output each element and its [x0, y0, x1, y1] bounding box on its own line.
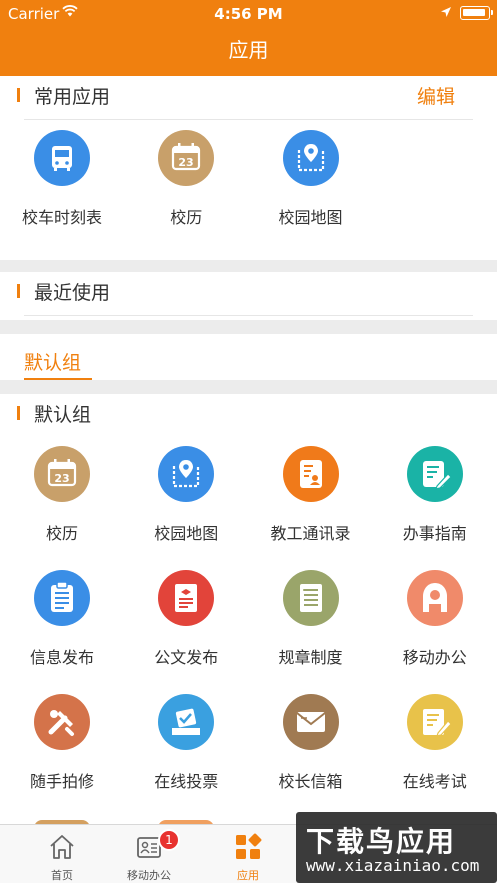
app-tile[interactable]: 校车时刻表	[0, 130, 124, 240]
notification-badge: 1	[158, 829, 180, 851]
tab-apps[interactable]: 应用	[186, 825, 310, 883]
section-marker	[17, 284, 20, 298]
tab-underline	[24, 378, 92, 380]
app-tile[interactable]: 校园地图	[249, 130, 373, 240]
guide-icon	[406, 446, 463, 502]
app-tile[interactable]: 移动办公	[373, 570, 497, 680]
app-label: 公文发布	[154, 648, 219, 667]
app-tile[interactable]: 随手拍修	[0, 694, 124, 804]
group-apps-panel: 默认组 23 校历 校园地图 教工通讯录 办事指南信息发布 公文发布 规章制度 移动办公随手拍…	[0, 394, 497, 828]
clipboard-icon	[34, 570, 90, 626]
app-label: 在线投票	[154, 772, 219, 791]
common-apps-header: 常用应用 编辑	[0, 76, 497, 120]
app-tile[interactable]: 校长信箱	[249, 694, 373, 804]
section-marker	[17, 406, 20, 420]
watermark-title: 下载鸟应用	[306, 825, 457, 858]
section-title: 常用应用	[34, 86, 111, 108]
clock: 4:56 PM	[214, 5, 283, 23]
app-tile[interactable]: 23 校历	[0, 446, 124, 556]
mail-icon	[282, 694, 339, 750]
app-tile[interactable]: 办事指南	[373, 446, 497, 556]
calendar-icon: 23	[158, 130, 215, 186]
divider	[24, 119, 473, 120]
app-tile[interactable]: 公文发布	[124, 570, 248, 680]
tab-default-group[interactable]: 默认组	[24, 348, 81, 375]
app-label: 规章制度	[278, 648, 343, 667]
app-label: 信息发布	[29, 648, 94, 667]
app-tile[interactable]: 在线投票	[124, 694, 248, 804]
location-arrow-icon	[441, 7, 451, 17]
app-tile[interactable]: 在线考试	[373, 694, 497, 804]
app-tile[interactable]: 教工通讯录	[249, 446, 373, 556]
list-icon	[282, 570, 339, 626]
app-tile[interactable]: 规章制度	[249, 570, 373, 680]
map-icon	[282, 130, 339, 186]
common-apps-panel: 常用应用 编辑 校车时刻表 23 校历 校园地图	[0, 76, 497, 260]
app-tile[interactable]: 信息发布	[0, 570, 124, 680]
map-icon	[158, 446, 215, 502]
bus-icon	[34, 130, 90, 186]
section-marker	[17, 88, 20, 102]
app-label: 随手拍修	[29, 772, 94, 791]
group-apps-header: 默认组	[0, 394, 497, 438]
app-label: 教工通讯录	[270, 524, 351, 543]
app-tile[interactable]: 23 校历	[124, 130, 248, 240]
watermark-logo: 下载鸟应用 www.xiazainiao.com	[296, 812, 497, 883]
home-icon	[50, 835, 74, 859]
document-icon	[158, 570, 215, 626]
vote-icon	[158, 694, 215, 750]
battery-icon	[460, 6, 493, 20]
group-tab-bar: 默认组	[0, 334, 497, 380]
divider	[24, 315, 473, 316]
watermark-url: www.xiazainiao.com	[306, 856, 480, 875]
app-label: 办事指南	[402, 524, 467, 543]
app-label: 移动办公	[402, 648, 467, 667]
app-label: 校园地图	[154, 524, 219, 543]
section-title: 默认组	[34, 404, 92, 426]
page-title: 应用	[228, 38, 269, 62]
app-label: 校车时刻表	[21, 208, 102, 227]
repair-icon	[34, 694, 90, 750]
section-title: 最近使用	[34, 282, 111, 304]
edit-button[interactable]: 编辑	[417, 82, 455, 109]
svg-text:23: 23	[54, 472, 69, 485]
recent-apps-header: 最近使用	[0, 272, 497, 316]
app-label: 校历	[45, 524, 78, 543]
app-label: 校园地图	[278, 208, 343, 227]
nav-bar: 应用	[0, 28, 497, 76]
apps-grid-icon	[236, 833, 262, 859]
contacts-icon	[282, 446, 339, 502]
exam-icon	[406, 694, 463, 750]
app-label: 在线考试	[402, 772, 467, 791]
tab-label: 应用	[237, 869, 259, 882]
app-label: 校历	[170, 208, 203, 227]
svg-text:23: 23	[179, 156, 194, 169]
recent-apps-panel: 最近使用	[0, 272, 497, 320]
office-icon	[406, 570, 463, 626]
status-bar: Carrier 4:56 PM	[0, 0, 497, 28]
calendar-icon: 23	[34, 446, 90, 502]
app-tile[interactable]: 校园地图	[124, 446, 248, 556]
app-label: 校长信箱	[278, 772, 343, 791]
